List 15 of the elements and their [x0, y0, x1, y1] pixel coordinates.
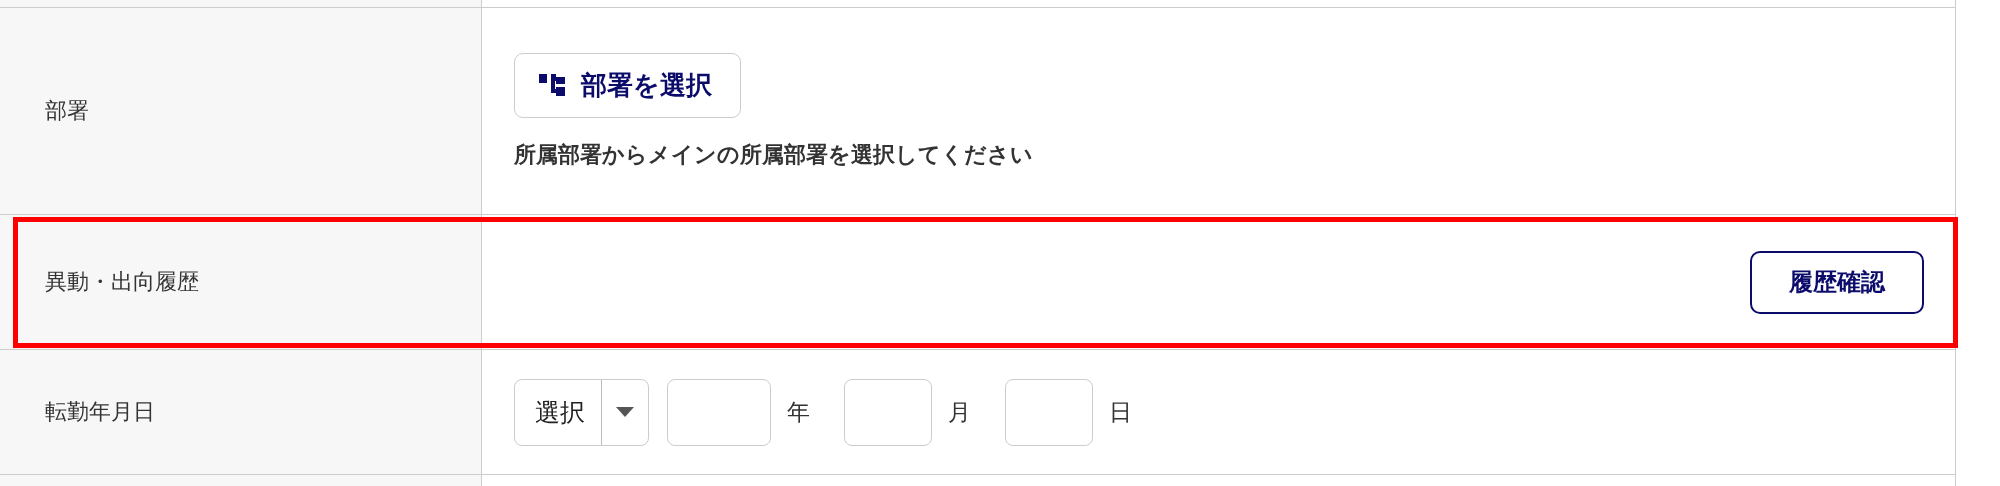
date-unit-label: 日 — [1109, 397, 1132, 427]
date-input-field[interactable] — [844, 378, 932, 446]
date-input-field[interactable] — [667, 378, 771, 446]
field-label: 転勤年月日 — [45, 398, 155, 426]
field-label: 異動・出向履歴 — [45, 268, 199, 296]
caret-icon — [616, 407, 634, 417]
org-chart-icon — [539, 72, 565, 98]
hint-text: 所属部署からメインの所属部署を選択してください — [514, 140, 1033, 169]
select-department-button[interactable]: 部署を選択 — [514, 52, 741, 118]
date-unit-label: 年 — [787, 397, 810, 427]
date-unit-label: 月 — [948, 397, 971, 427]
year-era-select[interactable]: 選択 — [514, 378, 649, 446]
field-label: 部署 — [45, 97, 89, 125]
date-input-field[interactable] — [1005, 378, 1093, 446]
history-check-button[interactable]: 履歴確認 — [1750, 250, 1924, 314]
